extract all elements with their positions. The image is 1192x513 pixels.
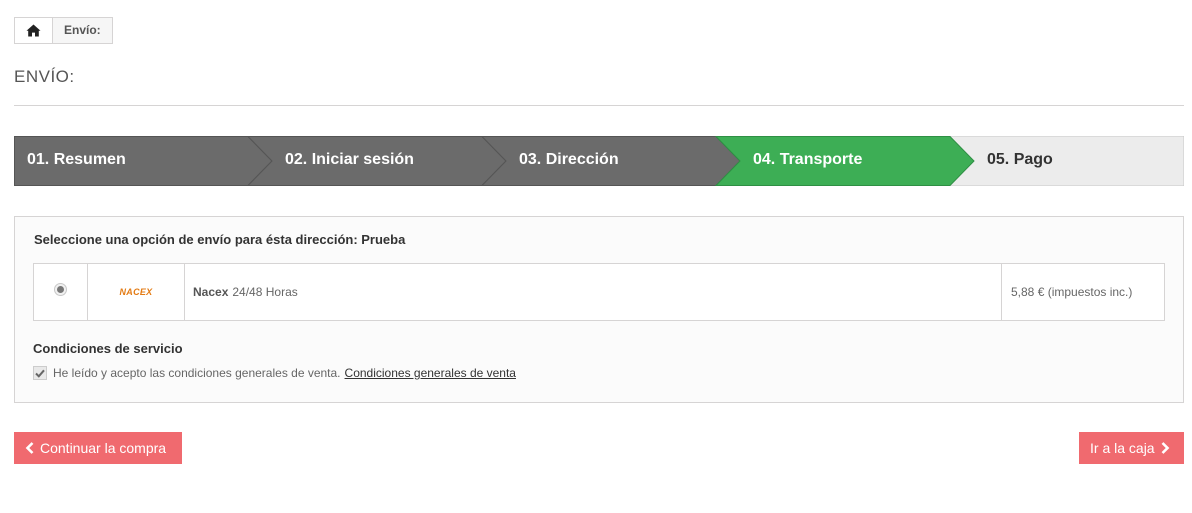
terms-line: He leído y acepto las condiciones genera… xyxy=(33,366,516,380)
chevron-right-icon xyxy=(1161,442,1169,454)
step-iniciar-sesion[interactable]: 02. Iniciar sesión xyxy=(285,136,414,186)
shipping-heading: Seleccione una opción de envío para ésta… xyxy=(34,232,406,247)
breadcrumb-current: Envío: xyxy=(64,23,101,37)
terms-title: Condiciones de servicio xyxy=(33,341,183,356)
step-transporte: 04. Transporte xyxy=(753,151,863,168)
carrier-delay: 24/48 Horas xyxy=(232,285,298,299)
terms-link[interactable]: Condiciones generales de venta xyxy=(345,366,516,380)
checkmark-icon xyxy=(35,369,45,378)
carrier-option-row[interactable]: NACEX Nacex 24/48 Horas 5,88 € (impuesto… xyxy=(33,263,1165,321)
checkout-steps: 01. Resumen 02. Iniciar sesión 03. Direc… xyxy=(14,136,1184,186)
carrier-logo-cell: NACEX xyxy=(88,264,185,320)
carrier-radio[interactable] xyxy=(54,283,67,296)
carrier-name: Nacex xyxy=(193,285,229,299)
step-direccion[interactable]: 03. Dirección xyxy=(519,136,619,186)
step-resumen[interactable]: 01. Resumen xyxy=(27,136,126,186)
terms-text: He leído y acepto las condiciones genera… xyxy=(53,366,341,380)
page-title: ENVÍO: xyxy=(14,67,75,86)
carrier-name-cell: Nacex 24/48 Horas xyxy=(185,264,1002,320)
step-pago: 05. Pago xyxy=(987,151,1053,168)
carrier-logo: NACEX xyxy=(119,287,153,297)
shipping-options-box: Seleccione una opción de envío para ésta… xyxy=(14,216,1184,403)
continue-shopping-button[interactable]: Continuar la compra xyxy=(14,432,182,464)
carrier-price: 5,88 € (impuestos inc.) xyxy=(1011,285,1133,299)
checkout-label: Ir a la caja xyxy=(1090,440,1155,456)
home-icon xyxy=(26,24,41,37)
carrier-radio-cell xyxy=(34,264,88,320)
breadcrumb: Envío: xyxy=(14,17,113,44)
breadcrumb-home-link[interactable] xyxy=(15,18,53,43)
terms-checkbox[interactable] xyxy=(33,366,47,380)
radio-selected-dot xyxy=(57,286,64,293)
continue-shopping-label: Continuar la compra xyxy=(40,440,167,456)
chevron-left-icon xyxy=(25,442,34,454)
title-divider xyxy=(14,105,1184,106)
checkout-button[interactable]: Ir a la caja xyxy=(1079,432,1184,464)
